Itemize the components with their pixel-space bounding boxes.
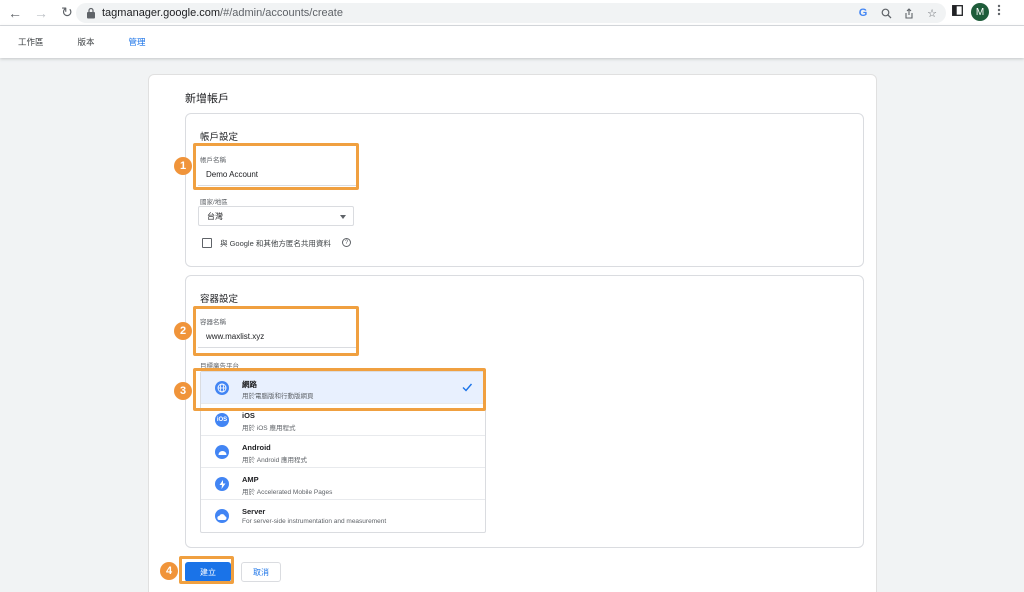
account-name-label: 帳戶名稱 (200, 157, 226, 164)
platform-option-web[interactable]: 網路 用於電腦版和行動版網頁 (201, 372, 485, 404)
step-badge-3: 3 (174, 382, 192, 400)
zoom-icon[interactable] (878, 5, 894, 21)
platform-option-android[interactable]: Android 用於 Android 應用程式 (201, 436, 485, 468)
tab-admin[interactable]: 管理 (129, 36, 146, 48)
platform-name: AMP (242, 475, 259, 484)
back-arrow-icon[interactable]: ← (4, 2, 26, 24)
platform-name: Server (242, 507, 266, 516)
url-text: tagmanager.google.com/#/admin/accounts/c… (102, 7, 343, 19)
container-name-label: 容器名稱 (200, 319, 226, 326)
platform-desc: For server-side instrumentation and meas… (242, 518, 387, 525)
platform-desc: 用於電腦版和行動版網頁 (242, 393, 314, 400)
account-name-input[interactable]: Demo Account (198, 164, 356, 186)
account-settings-section: 帳戶設定 帳戶名稱 Demo Account 國家/地區 台灣 與 Google… (185, 113, 864, 267)
url-path: /#/admin/accounts/create (220, 7, 343, 19)
account-settings-title: 帳戶設定 (200, 132, 239, 143)
amp-bolt-icon (215, 477, 229, 491)
share-data-label: 與 Google 和其他方匿名共用資料 (220, 239, 331, 248)
container-settings-title: 容器設定 (200, 294, 239, 305)
country-label: 國家/地區 (200, 199, 228, 206)
check-icon (462, 383, 473, 392)
gtm-tab-bar: 工作區 版本 管理 (0, 26, 1024, 58)
target-platform-label: 目標廣告平台 (200, 363, 239, 370)
platform-name: 網路 (242, 380, 257, 389)
android-icon (215, 445, 229, 459)
forward-arrow-icon[interactable]: → (30, 2, 52, 24)
share-data-checkbox[interactable] (202, 238, 212, 248)
side-panel-icon[interactable] (952, 3, 963, 21)
address-bar[interactable]: tagmanager.google.com/#/admin/accounts/c… (76, 3, 946, 23)
step-badge-4: 4 (160, 562, 178, 580)
platform-name: iOS (242, 411, 255, 420)
create-account-card: 新增帳戶 帳戶設定 帳戶名稱 Demo Account 國家/地區 台灣 與 G… (148, 74, 877, 592)
platform-desc: 用於 Accelerated Mobile Pages (242, 489, 333, 496)
kebab-menu-icon[interactable] (997, 3, 1001, 21)
ios-icon: iOS (215, 413, 229, 427)
dropdown-arrow-icon (340, 215, 346, 219)
platform-desc: 用於 iOS 應用程式 (242, 425, 296, 432)
profile-avatar[interactable]: M (971, 3, 989, 21)
step-badge-2: 2 (174, 322, 192, 340)
help-icon[interactable]: ? (342, 238, 351, 247)
platform-name: Android (242, 443, 271, 452)
platform-desc: 用於 Android 應用程式 (242, 457, 308, 464)
tab-workspace[interactable]: 工作區 (18, 36, 44, 48)
browser-toolbar: ← → ↻ tagmanager.google.com/#/admin/acco… (0, 0, 1024, 26)
reload-icon[interactable]: ↻ (56, 2, 78, 24)
step-badge-1: 1 (174, 157, 192, 175)
create-button[interactable]: 建立 (185, 562, 231, 582)
platform-list: 網路 用於電腦版和行動版網頁 iOS iOS 用於 iOS 應用程式 Andro… (200, 371, 486, 533)
container-name-input[interactable]: www.maxlist.xyz (198, 326, 356, 348)
share-icon[interactable] (901, 5, 917, 21)
lock-icon (87, 7, 95, 19)
platform-option-ios[interactable]: iOS iOS 用於 iOS 應用程式 (201, 404, 485, 436)
globe-icon (215, 381, 229, 395)
star-icon[interactable]: ☆ (924, 5, 940, 21)
page-title: 新增帳戶 (185, 93, 229, 105)
country-select[interactable]: 台灣 (198, 206, 354, 226)
platform-option-server[interactable]: Server For server-side instrumentation a… (201, 500, 485, 532)
platform-option-amp[interactable]: AMP 用於 Accelerated Mobile Pages (201, 468, 485, 500)
country-selected-value: 台灣 (207, 211, 223, 221)
url-host: tagmanager.google.com (102, 7, 221, 19)
tab-versions[interactable]: 版本 (78, 36, 95, 48)
cancel-button[interactable]: 取消 (241, 562, 281, 582)
google-lens-icon[interactable]: G (855, 5, 871, 21)
container-settings-section: 容器設定 容器名稱 www.maxlist.xyz 目標廣告平台 網路 用於電腦… (185, 275, 864, 548)
cloud-icon (215, 509, 229, 523)
